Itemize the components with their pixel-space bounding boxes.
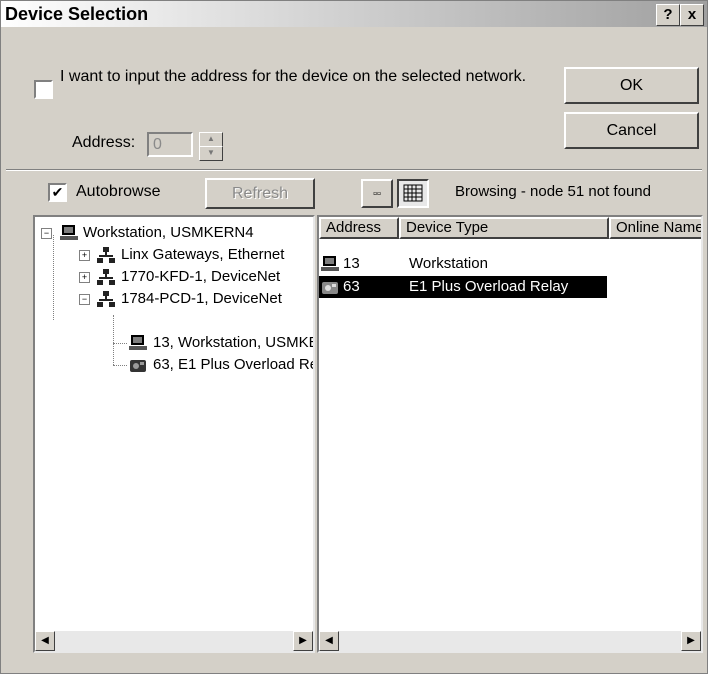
browse-status: Browsing - node 51 not found xyxy=(455,183,651,200)
autobrowse-checkbox[interactable]: ✔ xyxy=(48,183,67,202)
network-icon xyxy=(97,291,115,307)
collapse-icon[interactable]: − xyxy=(41,228,52,239)
window-title: Device Selection xyxy=(5,4,149,24)
tree-item-label: Linx Gateways, Ethernet xyxy=(121,246,285,263)
expand-icon[interactable]: + xyxy=(79,272,90,283)
address-spin-up[interactable]: ▲ xyxy=(199,132,223,147)
address-spin-down[interactable]: ▼ xyxy=(199,146,223,161)
scroll-right-icon[interactable]: ▶ xyxy=(681,631,701,651)
details-view-button[interactable] xyxy=(397,179,429,208)
column-header-device-type[interactable]: Device Type xyxy=(399,217,609,239)
workstation-icon xyxy=(321,256,339,271)
separator xyxy=(6,169,702,171)
tree-item-label: 1770-KFD-1, DeviceNet xyxy=(121,268,281,285)
help-button[interactable]: ? xyxy=(656,4,680,26)
refresh-button[interactable]: Refresh xyxy=(205,178,315,209)
collapse-icon[interactable]: − xyxy=(79,294,90,305)
scroll-left-icon[interactable]: ◀ xyxy=(319,631,339,651)
list-horizontal-scrollbar[interactable]: ◀ ▶ xyxy=(319,631,701,651)
grid-icon xyxy=(403,184,423,202)
row-device-type: E1 Plus Overload Relay xyxy=(409,278,569,295)
expand-icon[interactable]: + xyxy=(79,250,90,261)
row-address: 63 xyxy=(343,278,360,295)
tree-item-label: Workstation, USMKERN4 xyxy=(83,224,254,241)
address-label: Address: xyxy=(72,134,136,151)
tree-line xyxy=(53,235,54,320)
tree-item-label: 13, Workstation, USMKERN4 xyxy=(153,334,313,351)
tree-item-label: 1784-PCD-1, DeviceNet xyxy=(121,290,282,307)
row-device-type: Workstation xyxy=(409,255,488,272)
relay-icon xyxy=(322,282,338,294)
list-row-63[interactable]: 63 E1 Plus Overload Relay xyxy=(319,276,607,298)
scroll-left-icon[interactable]: ◀ xyxy=(35,631,55,651)
device-selection-dialog: Device Selection ? x I want to input the… xyxy=(0,0,708,674)
tree-item-label: 63, E1 Plus Overload Relay xyxy=(153,356,313,373)
device-list[interactable]: Address Device Type Online Name 13 Works… xyxy=(317,215,703,653)
tree-line xyxy=(113,343,127,344)
list-row-13[interactable]: 13 Workstation xyxy=(319,253,701,275)
tree-line xyxy=(113,315,114,365)
list-view-button[interactable]: ▫▫ xyxy=(361,179,393,208)
row-address: 13 xyxy=(343,255,360,272)
column-header-online-name[interactable]: Online Name xyxy=(609,217,701,239)
list-view-icon: ▫▫ xyxy=(373,188,381,200)
autobrowse-label: Autobrowse xyxy=(76,183,161,200)
tree-horizontal-scrollbar[interactable]: ◀ ▶ xyxy=(35,631,313,651)
title-bar[interactable]: Device Selection ? x xyxy=(1,1,707,27)
network-icon xyxy=(97,269,115,285)
ok-button[interactable]: OK xyxy=(564,67,699,104)
network-tree[interactable]: − Workstation, USMKERN4 + Linx Gateways,… xyxy=(33,215,315,653)
workstation-icon xyxy=(129,335,147,350)
input-address-label: I want to input the address for the devi… xyxy=(60,68,527,85)
column-header-address[interactable]: Address xyxy=(319,217,399,239)
close-button[interactable]: x xyxy=(680,4,704,26)
cancel-button[interactable]: Cancel xyxy=(564,112,699,149)
address-field[interactable]: 0 xyxy=(147,132,193,157)
input-address-checkbox[interactable] xyxy=(34,80,53,99)
network-icon xyxy=(97,247,115,263)
relay-icon xyxy=(130,360,146,372)
tree-line xyxy=(113,365,127,366)
scroll-right-icon[interactable]: ▶ xyxy=(293,631,313,651)
workstation-icon xyxy=(60,225,78,240)
